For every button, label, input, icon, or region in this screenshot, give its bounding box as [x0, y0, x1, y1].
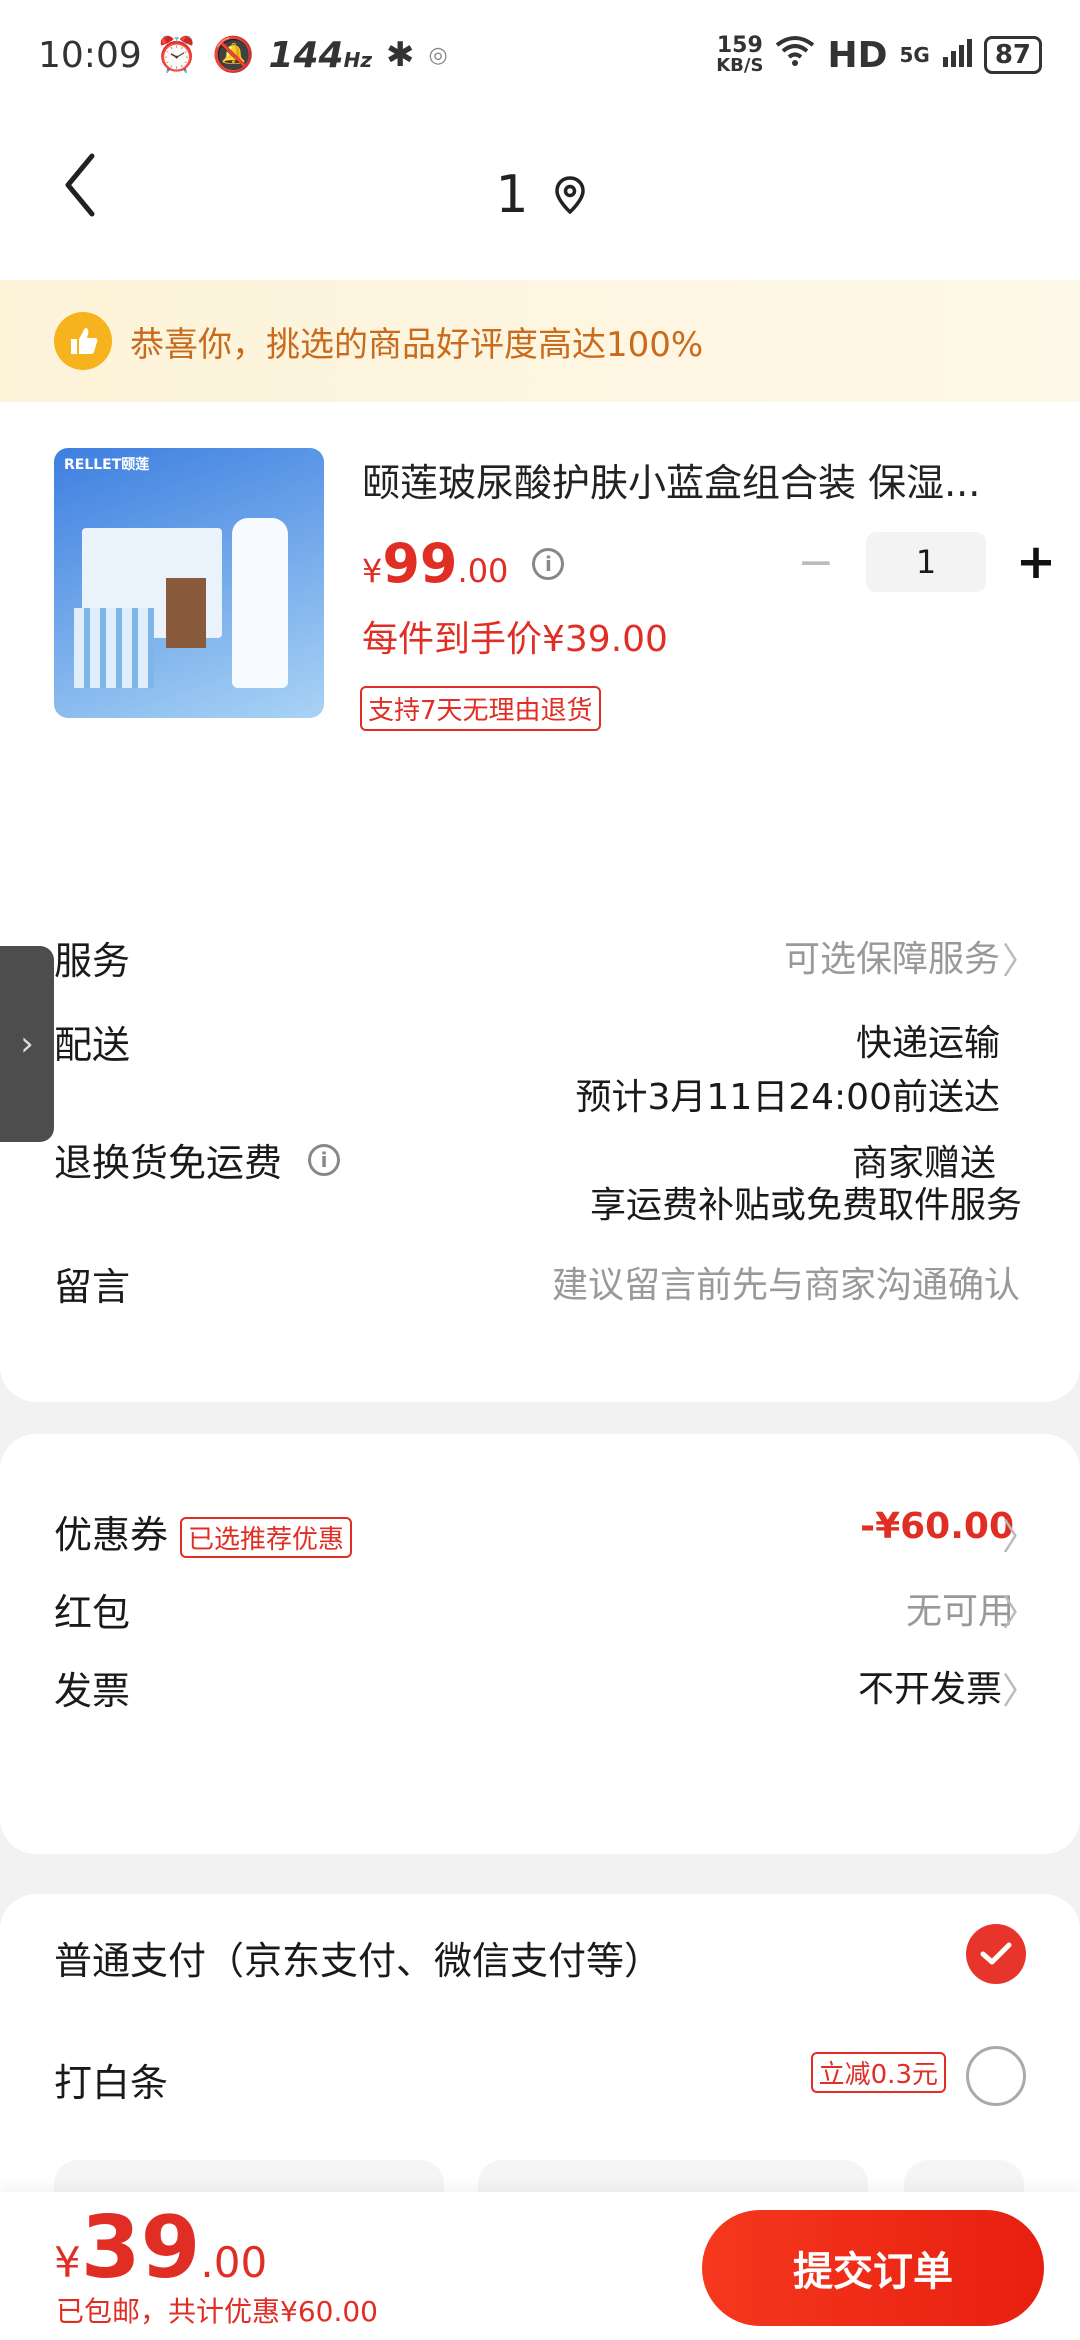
- refresh-rate-unit: Hz: [343, 47, 372, 72]
- red-packet-value[interactable]: 无可用: [906, 1582, 1014, 1634]
- product-image-brand: RELLET颐莲: [64, 457, 150, 473]
- delivery-method[interactable]: 快递运输: [856, 1014, 1000, 1066]
- order-card: RELLET颐莲 颐莲玻尿酸护肤小蓝盒组合装 保湿... ¥ 99 .00 i …: [0, 402, 1080, 1402]
- quantity-input[interactable]: 1: [866, 532, 986, 592]
- side-expand-tab[interactable]: ›: [0, 946, 54, 1142]
- status-bar: 10:09 ⏰ 🔕 144Hz ✱ ◎ 159 KB/S HD 5G 87: [0, 0, 1080, 110]
- decrease-quantity-button[interactable]: −: [786, 532, 846, 592]
- product-ampoules-shape: [74, 608, 154, 688]
- shipping-discount-note: 已包邮，共计优惠¥60.00: [56, 2295, 378, 2328]
- product-mask-shape: [166, 578, 206, 648]
- service-value[interactable]: 可选保障服务: [784, 930, 1000, 982]
- return-policy-badge: 支持7天无理由退货: [360, 686, 601, 731]
- wifi-icon: [775, 35, 815, 76]
- signal-type: 5G: [899, 43, 930, 67]
- chevron-right-icon[interactable]: 〉: [1002, 1508, 1038, 1560]
- rating-banner-text: 恭喜你，挑选的商品好评度高达100%: [130, 324, 704, 365]
- coupon-tag: 已选推荐优惠: [180, 1517, 353, 1558]
- return-freight-row-label: 退换货免运费 i: [54, 1132, 341, 1187]
- checkmark-icon: [980, 1942, 1012, 1965]
- chevron-right-icon: ›: [20, 1024, 34, 1064]
- total-price-currency: ¥: [54, 2238, 81, 2287]
- refresh-rate: 144Hz: [268, 35, 372, 76]
- product-price-int: 99: [382, 532, 458, 595]
- net-speed-value: 159: [716, 33, 763, 58]
- return-freight-sub: 享运费补贴或免费取件服务: [589, 1185, 1022, 1226]
- normal-payment-radio[interactable]: [966, 1924, 1026, 1984]
- net-speed-unit: KB/S: [716, 55, 764, 76]
- thumbs-up-icon: [54, 312, 112, 370]
- chevron-right-icon[interactable]: 〉: [1002, 932, 1038, 984]
- total-price-int: 39: [80, 2198, 201, 2298]
- quantity-stepper: − 1 +: [786, 532, 1066, 592]
- bell-muted-icon: 🔕: [212, 35, 255, 75]
- location-pin-icon: [554, 176, 585, 214]
- product-price-currency: ¥: [362, 552, 383, 590]
- message-input[interactable]: 建议留言前先与商家沟通确认: [552, 1256, 1020, 1308]
- discounts-card: 优惠券 已选推荐优惠 -¥60.00 〉 红包 无可用 〉 发票 不开发票 〉: [0, 1434, 1080, 1854]
- chevron-right-icon[interactable]: 〉: [1002, 1662, 1038, 1714]
- product-price: ¥ 99 .00 i: [362, 532, 565, 595]
- total-price-dec: .00: [200, 2238, 268, 2287]
- info-icon[interactable]: i: [532, 547, 565, 580]
- delivery-label: 配送: [54, 1023, 131, 1067]
- battery-indicator: 87: [983, 36, 1042, 74]
- status-time: 10:09: [38, 34, 142, 76]
- red-packet-label: 红包: [54, 1591, 131, 1635]
- refresh-rate-value: 144: [268, 34, 344, 76]
- coupon-label: 优惠券: [54, 1513, 169, 1557]
- coupon-value[interactable]: -¥60.00: [860, 1506, 1014, 1547]
- checkout-bar: ¥ 39 .00 已包邮，共计优惠¥60.00 提交订单: [0, 2192, 1080, 2340]
- nav-bar: 1: [0, 110, 1080, 280]
- return-freight-label: 退换货免运费: [54, 1141, 283, 1185]
- invoice-label: 发票: [54, 1669, 131, 1713]
- submit-order-button[interactable]: 提交订单: [702, 2210, 1044, 2326]
- product-price-dec: .00: [457, 552, 509, 590]
- increase-quantity-button[interactable]: +: [1006, 532, 1066, 592]
- product-image[interactable]: RELLET颐莲: [54, 448, 324, 718]
- message-label: 留言: [54, 1265, 131, 1309]
- chevron-right-icon[interactable]: 〉: [1002, 1584, 1038, 1636]
- hd-indicator: HD: [827, 34, 888, 76]
- final-unit-price: 每件到手价¥39.00: [362, 619, 668, 660]
- signal-icon: [942, 35, 972, 76]
- net-speed: 159 KB/S: [716, 35, 763, 75]
- baitiao-discount-tag: 立减0.3元: [810, 2052, 946, 2093]
- alarm-icon: ⏰: [155, 35, 199, 75]
- back-button[interactable]: [60, 150, 120, 230]
- page-title-text: 1: [495, 165, 529, 225]
- total-price: ¥ 39 .00: [54, 2198, 267, 2298]
- invoice-value[interactable]: 不开发票: [858, 1660, 1002, 1712]
- product-bottle-shape: [232, 518, 288, 688]
- product-title[interactable]: 颐莲玻尿酸护肤小蓝盒组合装 保湿...: [362, 452, 1012, 507]
- service-label: 服务: [54, 939, 131, 983]
- coupon-row-label: 优惠券 已选推荐优惠: [54, 1504, 353, 1559]
- chevron-left-icon: [65, 153, 95, 217]
- baitiao-radio[interactable]: [966, 2046, 1026, 2106]
- baitiao-label[interactable]: 打白条: [54, 2052, 168, 2107]
- delivery-eta: 预计3月11日24:00前送达: [575, 1077, 1000, 1118]
- bluetooth-icon: ✱: [385, 35, 415, 75]
- info-icon[interactable]: i: [308, 1143, 341, 1176]
- rating-banner: 恭喜你，挑选的商品好评度高达100%: [0, 280, 1080, 402]
- eye-care-icon: ◎: [428, 42, 448, 68]
- normal-payment-label[interactable]: 普通支付（京东支付、微信支付等）: [54, 1930, 662, 1985]
- page-title[interactable]: 1: [495, 165, 585, 225]
